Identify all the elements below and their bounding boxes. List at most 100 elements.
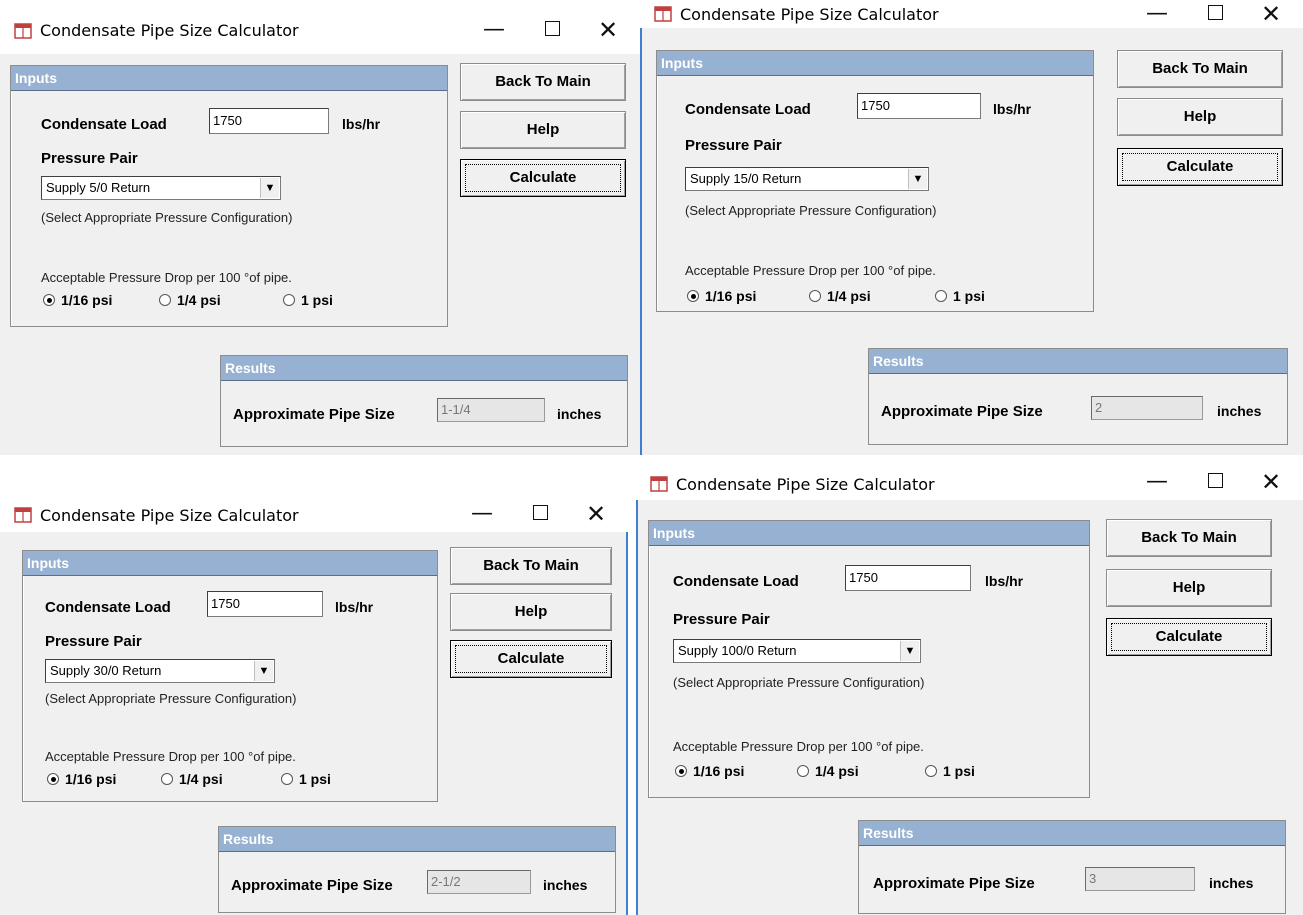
- radio-unselected-icon: [283, 294, 295, 306]
- pipe-size-unit: inches: [1217, 403, 1262, 419]
- close-icon[interactable]: ✕: [586, 12, 630, 48]
- close-icon[interactable]: ✕: [1249, 0, 1293, 32]
- condensate-load-input[interactable]: 1750: [207, 591, 323, 617]
- radio-label: 1/4 psi: [827, 288, 871, 304]
- minimize-icon[interactable]: —: [472, 12, 516, 48]
- close-icon[interactable]: ✕: [1249, 464, 1293, 500]
- help-button[interactable]: Help: [1106, 569, 1272, 607]
- maximize-icon[interactable]: [530, 12, 574, 48]
- calculator-window-3: Condensate Pipe Size Calculator — ✕ Inpu…: [0, 490, 628, 915]
- minimize-icon[interactable]: —: [1135, 0, 1179, 32]
- pressure-pair-select[interactable]: Supply 5/0 Return ▼: [41, 176, 281, 200]
- radio-1-4-psi[interactable]: 1/4 psi: [797, 763, 859, 779]
- title-bar[interactable]: Condensate Pipe Size Calculator — ✕: [0, 490, 628, 532]
- help-button[interactable]: Help: [460, 111, 626, 149]
- window-title: Condensate Pipe Size Calculator: [40, 506, 299, 525]
- help-button[interactable]: Help: [450, 593, 612, 631]
- condensate-load-unit: lbs/hr: [335, 599, 374, 615]
- radio-1-16-psi[interactable]: 1/16 psi: [687, 288, 756, 304]
- pressure-pair-select[interactable]: Supply 100/0 Return ▼: [673, 639, 921, 663]
- window-title: Condensate Pipe Size Calculator: [40, 21, 299, 40]
- calculate-button[interactable]: Calculate: [1117, 148, 1283, 186]
- calculator-window-icon: [14, 507, 32, 523]
- chevron-down-icon[interactable]: ▼: [900, 641, 919, 661]
- pressure-pair-value: Supply 100/0 Return: [678, 643, 797, 658]
- condensate-load-label: Condensate Load: [685, 101, 811, 118]
- radio-1-16-psi[interactable]: 1/16 psi: [43, 292, 112, 308]
- pipe-size-unit: inches: [557, 406, 602, 422]
- back-to-main-button[interactable]: Back To Main: [460, 63, 626, 101]
- radio-unselected-icon: [809, 290, 821, 302]
- radio-1-psi[interactable]: 1 psi: [925, 763, 975, 779]
- radio-1-psi[interactable]: 1 psi: [935, 288, 985, 304]
- radio-unselected-icon: [161, 773, 173, 785]
- inputs-panel: Inputs Condensate Load 1750 lbs/hr Press…: [22, 550, 438, 802]
- title-bar[interactable]: Condensate Pipe Size Calculator — ✕: [636, 460, 1303, 500]
- radio-label: 1/4 psi: [177, 292, 221, 308]
- radio-unselected-icon: [159, 294, 171, 306]
- title-bar[interactable]: Condensate Pipe Size Calculator — ✕: [0, 0, 640, 54]
- pipe-size-output: 1-1/4: [437, 398, 545, 422]
- back-to-main-button[interactable]: Back To Main: [1106, 519, 1272, 557]
- chevron-down-icon[interactable]: ▼: [908, 169, 927, 189]
- condensate-load-input[interactable]: 1750: [845, 565, 971, 591]
- back-to-main-button[interactable]: Back To Main: [450, 547, 612, 585]
- calculator-window-4: Condensate Pipe Size Calculator — ✕ Inpu…: [636, 460, 1303, 915]
- radio-1-16-psi[interactable]: 1/16 psi: [675, 763, 744, 779]
- calculator-window-2: Condensate Pipe Size Calculator — ✕ Inpu…: [640, 0, 1303, 455]
- results-header: Results: [219, 827, 615, 852]
- condensate-load-label: Condensate Load: [45, 599, 171, 616]
- pressure-pair-value: Supply 5/0 Return: [46, 180, 151, 195]
- pressure-pair-label: Pressure Pair: [673, 611, 770, 628]
- close-icon[interactable]: ✕: [574, 496, 618, 532]
- calculate-button[interactable]: Calculate: [460, 159, 626, 197]
- condensate-load-unit: lbs/hr: [985, 573, 1024, 589]
- maximize-icon[interactable]: [518, 496, 562, 532]
- results-panel: Results Approximate Pipe Size 1-1/4 inch…: [220, 355, 628, 447]
- radio-1-psi[interactable]: 1 psi: [283, 292, 333, 308]
- minimize-icon[interactable]: —: [1135, 464, 1179, 500]
- radio-unselected-icon: [935, 290, 947, 302]
- radio-unselected-icon: [281, 773, 293, 785]
- calculator-window-icon: [650, 476, 668, 492]
- maximize-icon[interactable]: [1193, 464, 1237, 500]
- pressure-pair-label: Pressure Pair: [45, 633, 142, 650]
- pressure-pair-select[interactable]: Supply 30/0 Return ▼: [45, 659, 275, 683]
- minimize-icon[interactable]: —: [460, 496, 504, 532]
- pipe-size-label: Approximate Pipe Size: [873, 875, 1035, 892]
- title-bar[interactable]: Condensate Pipe Size Calculator — ✕: [640, 0, 1303, 28]
- calculator-window-1: Condensate Pipe Size Calculator — ✕ Inpu…: [0, 0, 640, 455]
- back-to-main-button[interactable]: Back To Main: [1117, 50, 1283, 88]
- pipe-size-label: Approximate Pipe Size: [881, 403, 1043, 420]
- radio-label: 1/4 psi: [179, 771, 223, 787]
- radio-1-psi[interactable]: 1 psi: [281, 771, 331, 787]
- pressure-hint: (Select Appropriate Pressure Configurati…: [45, 691, 297, 706]
- maximize-icon[interactable]: [1193, 0, 1237, 32]
- chevron-down-icon[interactable]: ▼: [254, 661, 273, 681]
- condensate-load-unit: lbs/hr: [342, 116, 381, 132]
- radio-1-4-psi[interactable]: 1/4 psi: [159, 292, 221, 308]
- radio-label: 1/16 psi: [705, 288, 757, 304]
- help-button[interactable]: Help: [1117, 98, 1283, 136]
- pipe-size-output: 2: [1091, 396, 1203, 420]
- pressure-hint: (Select Appropriate Pressure Configurati…: [41, 210, 293, 225]
- calculate-button[interactable]: Calculate: [1106, 618, 1272, 656]
- calculate-button[interactable]: Calculate: [450, 640, 612, 678]
- pressure-pair-value: Supply 30/0 Return: [50, 663, 162, 678]
- pressure-pair-select[interactable]: Supply 15/0 Return ▼: [685, 167, 929, 191]
- inputs-panel: Inputs Condensate Load 1750 lbs/hr Press…: [10, 65, 448, 327]
- inputs-panel: Inputs Condensate Load 1750 lbs/hr Press…: [648, 520, 1090, 798]
- pipe-size-output: 2-1/2: [427, 870, 531, 894]
- pressure-drop-label: Acceptable Pressure Drop per 100 °of pip…: [673, 739, 924, 754]
- radio-1-4-psi[interactable]: 1/4 psi: [161, 771, 223, 787]
- pipe-size-label: Approximate Pipe Size: [233, 406, 395, 423]
- pressure-pair-value: Supply 15/0 Return: [690, 171, 802, 186]
- condensate-load-input[interactable]: 1750: [857, 93, 981, 119]
- condensate-load-input[interactable]: 1750: [209, 108, 329, 134]
- inputs-header: Inputs: [649, 521, 1089, 546]
- results-panel: Results Approximate Pipe Size 3 inches: [858, 820, 1286, 914]
- radio-unselected-icon: [797, 765, 809, 777]
- radio-1-4-psi[interactable]: 1/4 psi: [809, 288, 871, 304]
- chevron-down-icon[interactable]: ▼: [260, 178, 279, 198]
- radio-1-16-psi[interactable]: 1/16 psi: [47, 771, 116, 787]
